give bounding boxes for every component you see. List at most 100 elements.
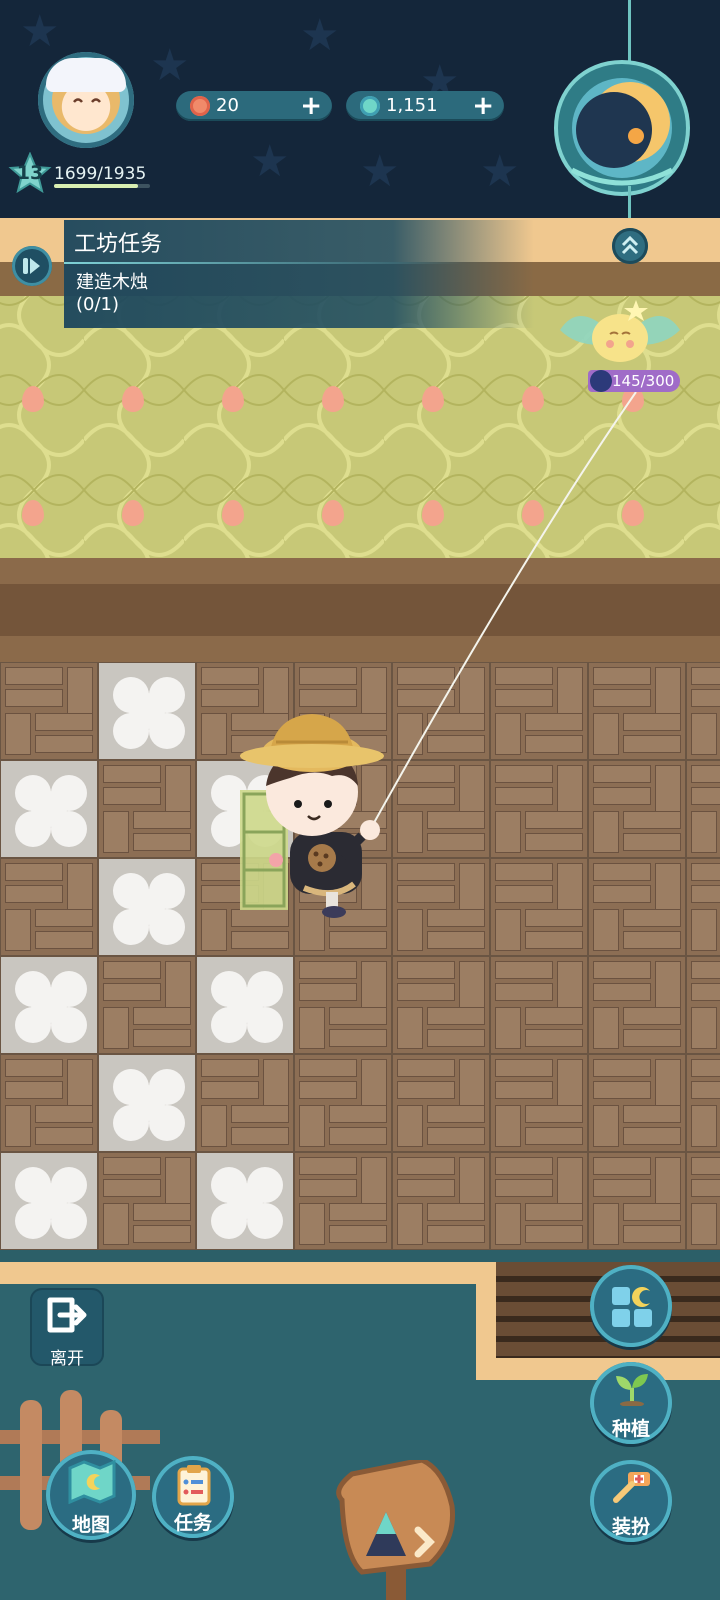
wood-floor-tile[interactable] [490,1054,588,1152]
wood-plank [299,689,357,707]
wood-plank [35,909,93,927]
wood-floor-tile[interactable] [686,760,720,858]
wood-floor-tile[interactable] [686,1054,720,1152]
wood-floor-tile[interactable] [98,760,196,858]
wood-plank [623,1127,681,1145]
gem-counter[interactable]: 1,151 + [346,91,504,121]
star-decor-icon: ★ [20,6,60,57]
leave-label: 离开 [50,1349,84,1369]
wood-plank [691,1179,720,1197]
quest-panel-toggle-button[interactable] [12,246,52,286]
double-chevron-up-icon [621,235,639,255]
wood-plank [623,1225,681,1243]
flower-decor [22,500,44,526]
wood-floor-tile[interactable] [294,1054,392,1152]
wood-floor-tile[interactable] [294,1152,392,1250]
wood-plank [35,1127,93,1145]
flower-decor [622,500,644,526]
wood-floor-tile[interactable] [588,1152,686,1250]
add-gems-button[interactable]: + [472,91,494,121]
wood-floor-tile[interactable] [490,858,588,956]
wood-plank [5,1081,63,1099]
wood-floor-tile[interactable] [196,1054,294,1152]
cloud-floor-tile[interactable] [196,1152,294,1250]
wood-plank [495,1105,521,1147]
wood-plank [427,811,485,829]
add-coins-button[interactable]: + [300,91,322,121]
wood-floor-tile[interactable] [686,1152,720,1250]
cloud-floor-tile[interactable] [0,1152,98,1250]
wood-plank [691,983,720,1001]
wood-plank [299,667,357,685]
player-character[interactable] [230,712,390,932]
exit-door-icon [47,1297,87,1333]
wood-plank [397,1157,455,1175]
moon-orb-icon[interactable] [552,58,692,198]
wood-plank [691,885,720,903]
wood-floor-tile[interactable] [490,1152,588,1250]
wood-plank [623,735,681,753]
wood-plank [593,885,651,903]
wood-plank [623,1007,681,1025]
wood-plank [397,787,455,805]
cloud-floor-tile[interactable] [196,956,294,1054]
cloud-floor-tile[interactable] [98,858,196,956]
wood-floor-tile[interactable] [392,1152,490,1250]
wood-plank [691,863,720,881]
wood-floor-tile[interactable] [98,1152,196,1250]
wood-floor-tile[interactable] [490,956,588,1054]
cloud-floor-tile[interactable] [98,1054,196,1152]
wood-plank [495,909,521,951]
butterfly-kite[interactable] [560,300,680,380]
wood-floor-tile[interactable] [588,858,686,956]
wood-plank [525,811,583,829]
wood-plank [623,909,681,927]
wood-floor-tile[interactable] [392,956,490,1054]
wood-floor-tile[interactable] [98,956,196,1054]
wood-plank [397,1179,455,1197]
wood-floor-tile[interactable] [588,1054,686,1152]
wood-plank [495,863,553,881]
wood-plank [35,713,93,731]
wood-plank [397,1007,423,1049]
coin-counter[interactable]: 20 + [176,91,332,121]
wood-plank [103,787,161,805]
wood-plank [397,667,455,685]
flower-decor [222,386,244,412]
cloud-floor-tile[interactable] [0,760,98,858]
wood-plank [5,1059,63,1077]
wood-plank [397,983,455,1001]
wood-floor-tile[interactable] [686,662,720,760]
wood-floor-tile[interactable] [588,760,686,858]
wood-plank [691,1059,720,1077]
cloud-puff [31,1183,67,1219]
xp-bar-fill [54,184,138,188]
wood-floor-tile[interactable] [392,858,490,956]
wood-plank [299,1059,357,1077]
wood-floor-tile[interactable] [490,760,588,858]
wood-floor-tile[interactable] [588,956,686,1054]
wood-floor-tile[interactable] [392,662,490,760]
star-decor-icon: ★ [250,136,290,187]
cloud-floor-tile[interactable] [98,662,196,760]
wood-floor-tile[interactable] [0,1054,98,1152]
wood-plank [623,1029,681,1047]
player-avatar[interactable] [38,52,134,148]
wood-plank [525,833,583,851]
wood-floor-tile[interactable] [0,858,98,956]
collapse-hud-button[interactable] [612,228,648,264]
wood-floor-tile[interactable] [392,760,490,858]
wood-floor-tile[interactable] [686,956,720,1054]
cloud-floor-tile[interactable] [0,956,98,1054]
wood-floor-tile[interactable] [294,956,392,1054]
wood-floor-tile[interactable] [0,662,98,760]
cloud-puff [129,889,165,925]
furniture-catalog-button[interactable] [590,1265,672,1347]
wall-panel-mid [0,584,720,636]
wood-floor-tile[interactable] [588,662,686,760]
wood-plank [201,667,259,685]
direction-signpost[interactable] [332,1460,462,1600]
wood-floor-tile[interactable] [392,1054,490,1152]
wood-floor-tile[interactable] [686,858,720,956]
wood-floor-tile[interactable] [490,662,588,760]
